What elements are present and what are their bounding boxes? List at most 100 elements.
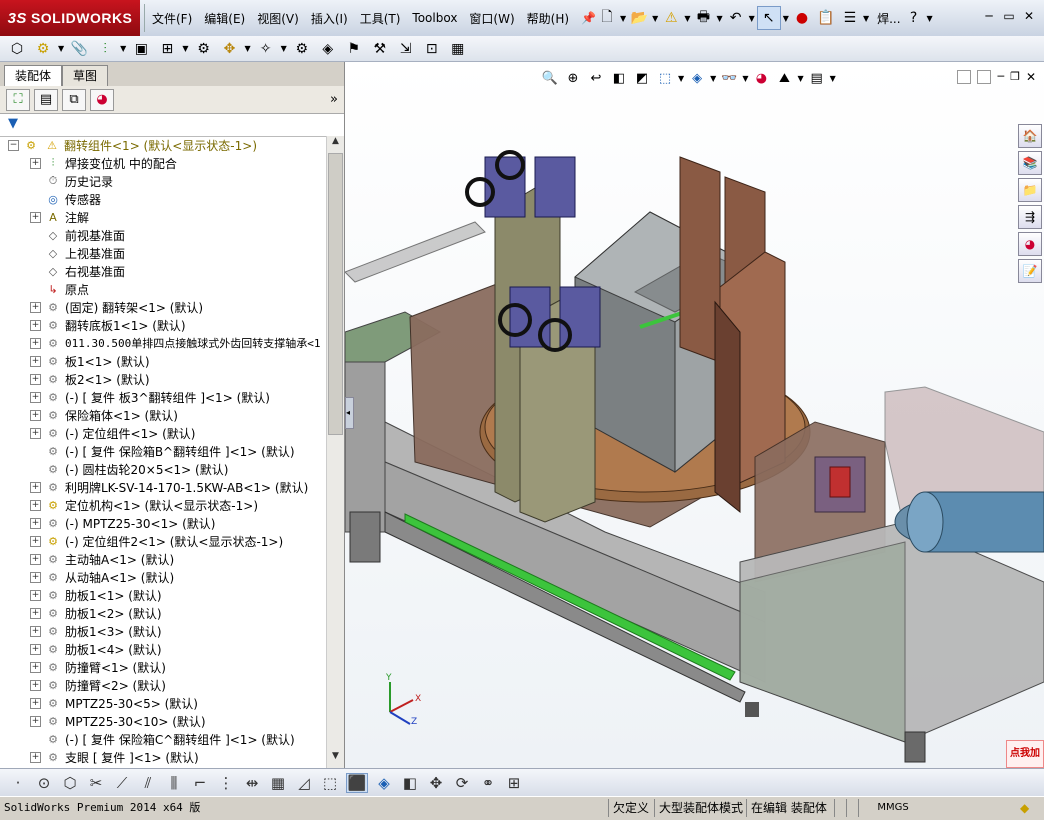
tree-node[interactable]: + ⚙ 定位机构<1> (默认<显示状态-1>) xyxy=(0,496,326,514)
new-motion-icon[interactable]: ⚑ xyxy=(343,38,365,60)
search-label[interactable]: 焊... xyxy=(877,10,900,27)
tree-node[interactable]: + A 注解 xyxy=(0,208,326,226)
section-icon[interactable]: ◧ xyxy=(400,774,420,792)
assembly-toolbar-icon[interactable]: ⚙ xyxy=(32,38,54,60)
expand-toggle[interactable]: + xyxy=(30,373,41,385)
tree-node[interactable]: ◇ 前视基准面 xyxy=(0,226,326,244)
smart-fastener-icon[interactable]: ⚙ xyxy=(192,38,214,60)
minimize-icon[interactable]: ─ xyxy=(980,8,998,24)
chamfer-icon[interactable]: ◿ xyxy=(294,774,314,792)
tree-node[interactable]: + ⚙ 从动轴A<1> (默认) xyxy=(0,568,326,586)
expand-toggle[interactable]: + xyxy=(30,481,41,493)
show-hidden-icon[interactable]: ✧ xyxy=(255,38,277,60)
expand-toggle[interactable]: + xyxy=(30,211,41,223)
file-explorer-icon[interactable]: 📁 xyxy=(1018,178,1042,202)
rotate-icon[interactable]: ⟳ xyxy=(452,774,472,792)
solidworks-resources-icon[interactable]: 🏠 xyxy=(1018,124,1042,148)
tree-node[interactable]: + ⚙ 翻转底板1<1> (默认) xyxy=(0,316,326,334)
feature-manager-icon[interactable]: ⛶ xyxy=(6,88,30,111)
close-icon[interactable]: ✕ xyxy=(1020,8,1038,24)
expand-toggle[interactable]: + xyxy=(30,643,41,655)
rebuild-status-icon[interactable]: ◆ xyxy=(1016,799,1033,817)
paperclip-icon[interactable]: 📎 xyxy=(68,38,90,60)
expand-toggle[interactable]: + xyxy=(30,301,41,313)
centerline-icon[interactable]: ⋮ xyxy=(216,774,236,792)
restore-icon[interactable]: ▭ xyxy=(1000,8,1018,24)
tree-node[interactable]: + ⚙ MPTZ25-30<5> (默认) xyxy=(0,694,326,712)
tree-node[interactable]: ⚙ (-) [ 复件 保险箱C^翻转组件 ]<1> (默认) xyxy=(0,730,326,748)
solidworks-logo[interactable]: 3S SOLIDWORKS xyxy=(0,0,140,36)
tree-node[interactable]: ◎ 传感器 xyxy=(0,190,326,208)
custom-properties-icon[interactable]: 📝 xyxy=(1018,259,1042,283)
expand-toggle[interactable]: + xyxy=(30,607,41,619)
traffic-light-icon[interactable]: ● xyxy=(791,7,813,29)
expand-toggle[interactable]: + xyxy=(30,571,41,583)
expand-toggle[interactable]: + xyxy=(30,409,41,421)
menu-insert[interactable]: 插入(I) xyxy=(305,10,354,27)
graphics-area[interactable]: 🔍 ⊕ ↩ ◧ ◩ ⬚ ▼ ◈ ▼ 👓 ▼ ◕ ⛰ ▼ ▤ ▼ ─ ❐ ✕ Y … xyxy=(345,62,1044,768)
tree-node[interactable]: + ⚙ 肋板1<3> (默认) xyxy=(0,622,326,640)
tree-node[interactable]: + ⚙ 肋板1<2> (默认) xyxy=(0,604,326,622)
tree-node[interactable]: + ⚙ 011.30.500单排四点接触球式外齿回转支撑轴承<1 xyxy=(0,334,326,352)
tree-node[interactable]: ↳ 原点 xyxy=(0,280,326,298)
tree-node[interactable]: + ⚙ 支眼 [ 复件 ]<1> (默认) xyxy=(0,748,326,766)
expand-toggle[interactable]: + xyxy=(30,355,41,367)
tree-node[interactable]: + ⚙ 主动轴A<1> (默认) xyxy=(0,550,326,568)
expand-toggle[interactable]: + xyxy=(30,589,41,601)
filter-bar[interactable]: ▼ xyxy=(0,114,344,137)
help-icon[interactable]: ? xyxy=(903,7,925,29)
box-icon[interactable]: ⬚ xyxy=(320,774,340,792)
display-manager-icon[interactable]: ◕ xyxy=(90,88,114,111)
menu-file[interactable]: 文件(F) xyxy=(146,10,198,27)
tree-node[interactable]: + ⚙ 利明牌LK-SV-14-170-1.5KW-AB<1> (默认) xyxy=(0,478,326,496)
expand-toggle[interactable]: + xyxy=(30,625,41,637)
tree-node[interactable]: + ⚙ 板2<1> (默认) xyxy=(0,370,326,388)
tree-node[interactable]: + ⚙ (固定) 翻转架<1> (默认) xyxy=(0,298,326,316)
tree-node[interactable]: ⏱ 历史记录 xyxy=(0,172,326,190)
expand-panel-icon[interactable]: » xyxy=(330,92,338,107)
expand-toggle[interactable]: + xyxy=(30,517,41,529)
open-file-icon[interactable]: 📂 xyxy=(628,7,650,29)
scroll-thumb[interactable] xyxy=(328,153,343,435)
filter-icon[interactable]: ▼ xyxy=(8,116,18,131)
units-system[interactable]: MMGS xyxy=(858,799,927,817)
shaded-box-icon[interactable]: ⬛ xyxy=(346,772,368,793)
undo-icon[interactable]: ↶ xyxy=(725,7,747,29)
print-icon[interactable]: 🖶 xyxy=(692,7,714,29)
link-icon[interactable]: ⚭ xyxy=(478,774,498,792)
exploded-view-icon[interactable]: ⇲ xyxy=(395,38,417,60)
part-toolbar-icon[interactable]: ⬡ xyxy=(6,38,28,60)
tree-node[interactable]: + ⚙ 防撞臂<1> (默认) xyxy=(0,658,326,676)
component-icon[interactable]: ▣ xyxy=(130,38,152,60)
property-manager-icon[interactable]: ▤ xyxy=(34,88,58,111)
expand-toggle[interactable]: − xyxy=(8,139,19,151)
options-icon[interactable]: ☰ xyxy=(839,7,861,29)
expand-toggle[interactable]: + xyxy=(30,751,41,763)
tree-node[interactable]: + ⚙ (-) [ 复件 板3^翻转组件 ]<1> (默认) xyxy=(0,388,326,406)
tree-node[interactable]: + ⚙ 肋板1<1> (默认) xyxy=(0,586,326,604)
polygon-icon[interactable]: ⬡ xyxy=(60,774,80,792)
tree-node[interactable]: + ⚙ (-) 定位组件<1> (默认) xyxy=(0,424,326,442)
mirror-icon[interactable]: ⫼ xyxy=(164,774,184,792)
tree-node[interactable]: + ⚙ 板1<1> (默认) xyxy=(0,352,326,370)
expand-toggle[interactable]: + xyxy=(30,337,41,349)
tree-node[interactable]: ◇ 上视基准面 xyxy=(0,244,326,262)
expand-toggle[interactable]: + xyxy=(30,679,41,691)
tab-assembly[interactable]: 装配体 xyxy=(4,65,63,86)
tree-node[interactable]: + ⚙ 防撞臂<2> (默认) xyxy=(0,676,326,694)
assembly-features-icon[interactable]: ⚙ xyxy=(291,38,313,60)
expand-toggle[interactable]: + xyxy=(30,391,41,403)
menu-window[interactable]: 窗口(W) xyxy=(463,10,520,27)
tree-node[interactable]: ⚙ (-) 圆柱齿轮20×5<1> (默认) xyxy=(0,460,326,478)
circle-icon[interactable]: ⊙ xyxy=(34,774,54,792)
appearances-icon[interactable]: ◕ xyxy=(1018,232,1042,256)
tree-node[interactable]: + ⚙ 肋板1<4> (默认) xyxy=(0,640,326,658)
mate-icon[interactable]: ⫶ xyxy=(94,38,116,60)
expand-toggle[interactable]: + xyxy=(30,697,41,709)
dimension-icon[interactable]: ⇹ xyxy=(242,774,262,792)
tree-node[interactable]: + ⚙ (-) MPTZ25-30<1> (默认) xyxy=(0,514,326,532)
linear-pattern-icon[interactable]: ⊞ xyxy=(156,38,178,60)
rebuild-warning-icon[interactable]: ⚠ xyxy=(660,7,682,29)
explode-line-icon[interactable]: ⊡ xyxy=(421,38,443,60)
view-palette-icon[interactable]: ⇶ xyxy=(1018,205,1042,229)
